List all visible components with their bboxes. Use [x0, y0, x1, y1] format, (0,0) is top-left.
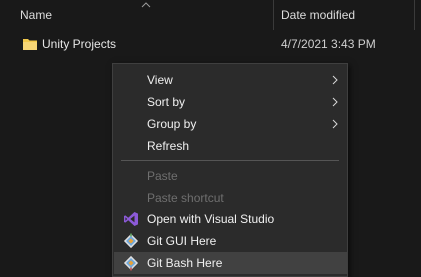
menu-item-label: Group by: [147, 117, 197, 131]
column-header-bar: Name Date modified: [0, 0, 421, 32]
menu-item-open-with-visual-studio[interactable]: Open with Visual Studio: [114, 208, 347, 230]
menu-separator: [121, 160, 339, 161]
column-divider[interactable]: [273, 0, 274, 30]
menu-item-label: Refresh: [147, 139, 190, 153]
menu-item-view[interactable]: View: [114, 69, 347, 91]
sort-ascending-icon: [141, 2, 151, 8]
chevron-right-icon: [332, 119, 338, 129]
menu-item-label: Open with Visual Studio: [147, 212, 275, 226]
git-gui-icon: [123, 233, 139, 249]
context-menu: View Sort by Group by Refresh Paste Past: [112, 63, 348, 277]
folder-icon: [23, 39, 37, 50]
menu-item-paste[interactable]: Paste: [114, 165, 347, 187]
menu-item-sort-by[interactable]: Sort by: [114, 91, 347, 113]
menu-item-label: Git GUI Here: [147, 234, 217, 248]
file-explorer-window: Name Date modified Unity Projects 4/7/20…: [0, 0, 421, 277]
git-bash-icon: [123, 255, 139, 271]
menu-item-group-by[interactable]: Group by: [114, 113, 347, 135]
column-header-name[interactable]: Name: [20, 8, 52, 22]
chevron-right-icon: [332, 75, 338, 85]
menu-item-label: Git Bash Here: [147, 256, 223, 270]
menu-item-refresh[interactable]: Refresh: [114, 135, 347, 157]
menu-item-paste-shortcut[interactable]: Paste shortcut: [114, 187, 347, 209]
menu-item-git-bash-here[interactable]: Git Bash Here: [114, 252, 347, 274]
visual-studio-icon: [124, 212, 138, 226]
column-divider[interactable]: [414, 0, 415, 30]
column-header-date-modified[interactable]: Date modified: [281, 8, 355, 22]
menu-item-git-gui-here[interactable]: Git GUI Here: [114, 230, 347, 252]
file-name: Unity Projects: [42, 37, 117, 51]
menu-item-label: View: [147, 73, 173, 87]
menu-item-label: Paste: [147, 169, 178, 183]
chevron-right-icon: [332, 97, 338, 107]
file-row-unity-projects[interactable]: Unity Projects 4/7/2021 3:43 PM: [0, 33, 421, 55]
menu-item-label: Sort by: [147, 95, 186, 109]
menu-item-label: Paste shortcut: [147, 191, 224, 205]
file-date-modified: 4/7/2021 3:43 PM: [281, 37, 376, 51]
